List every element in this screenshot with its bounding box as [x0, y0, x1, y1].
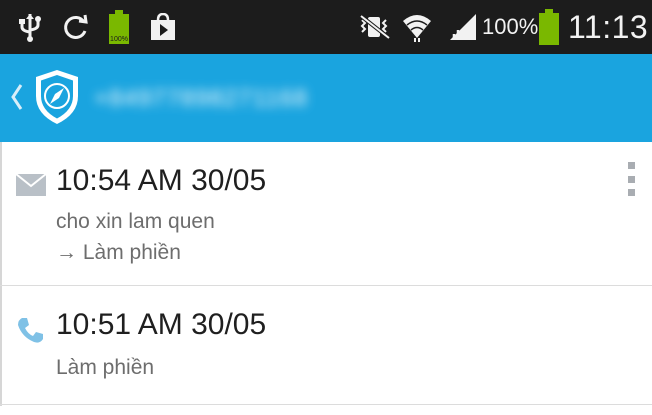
- signal-icon: [446, 0, 480, 54]
- block-log-list: 10:54 AM 30/05 cho xin lam quen → Làm ph…: [0, 142, 652, 415]
- sms-content: cho xin lam quen: [56, 210, 215, 233]
- log-time: 10:51 AM 30/05: [56, 308, 267, 341]
- action-bar: +84977898271168: [0, 54, 652, 142]
- log-time: 10:54 AM 30/05: [56, 164, 267, 197]
- overflow-menu-icon[interactable]: [624, 162, 638, 196]
- wifi-icon: [400, 0, 434, 54]
- phone-icon: [16, 316, 44, 349]
- svg-text:100%: 100%: [110, 36, 128, 43]
- list-item-sms[interactable]: 10:54 AM 30/05 cho xin lam quen → Làm ph…: [0, 142, 652, 286]
- contact-number-title: +84977898271168: [94, 85, 309, 112]
- block-result: Làm phiền: [56, 356, 155, 379]
- status-bar: 100% 100% 11:13: [0, 0, 652, 54]
- usb-icon: [16, 0, 44, 54]
- block-result: → Làm phiền: [56, 241, 181, 264]
- battery-charging-icon: 100%: [106, 0, 132, 54]
- list-item-call[interactable]: 10:51 AM 30/05 Làm phiền: [0, 286, 652, 405]
- sync-icon: [60, 0, 92, 54]
- battery-icon: [538, 0, 560, 54]
- back-chevron-icon[interactable]: [10, 82, 24, 112]
- battery-percent: 100%: [482, 14, 539, 39]
- status-clock: 11:13: [568, 9, 649, 45]
- list-item-partial: [0, 405, 652, 415]
- shield-compass-icon[interactable]: [32, 68, 82, 126]
- silent-mode-icon: [358, 0, 392, 54]
- envelope-icon: [15, 173, 47, 201]
- play-store-icon: [148, 0, 178, 54]
